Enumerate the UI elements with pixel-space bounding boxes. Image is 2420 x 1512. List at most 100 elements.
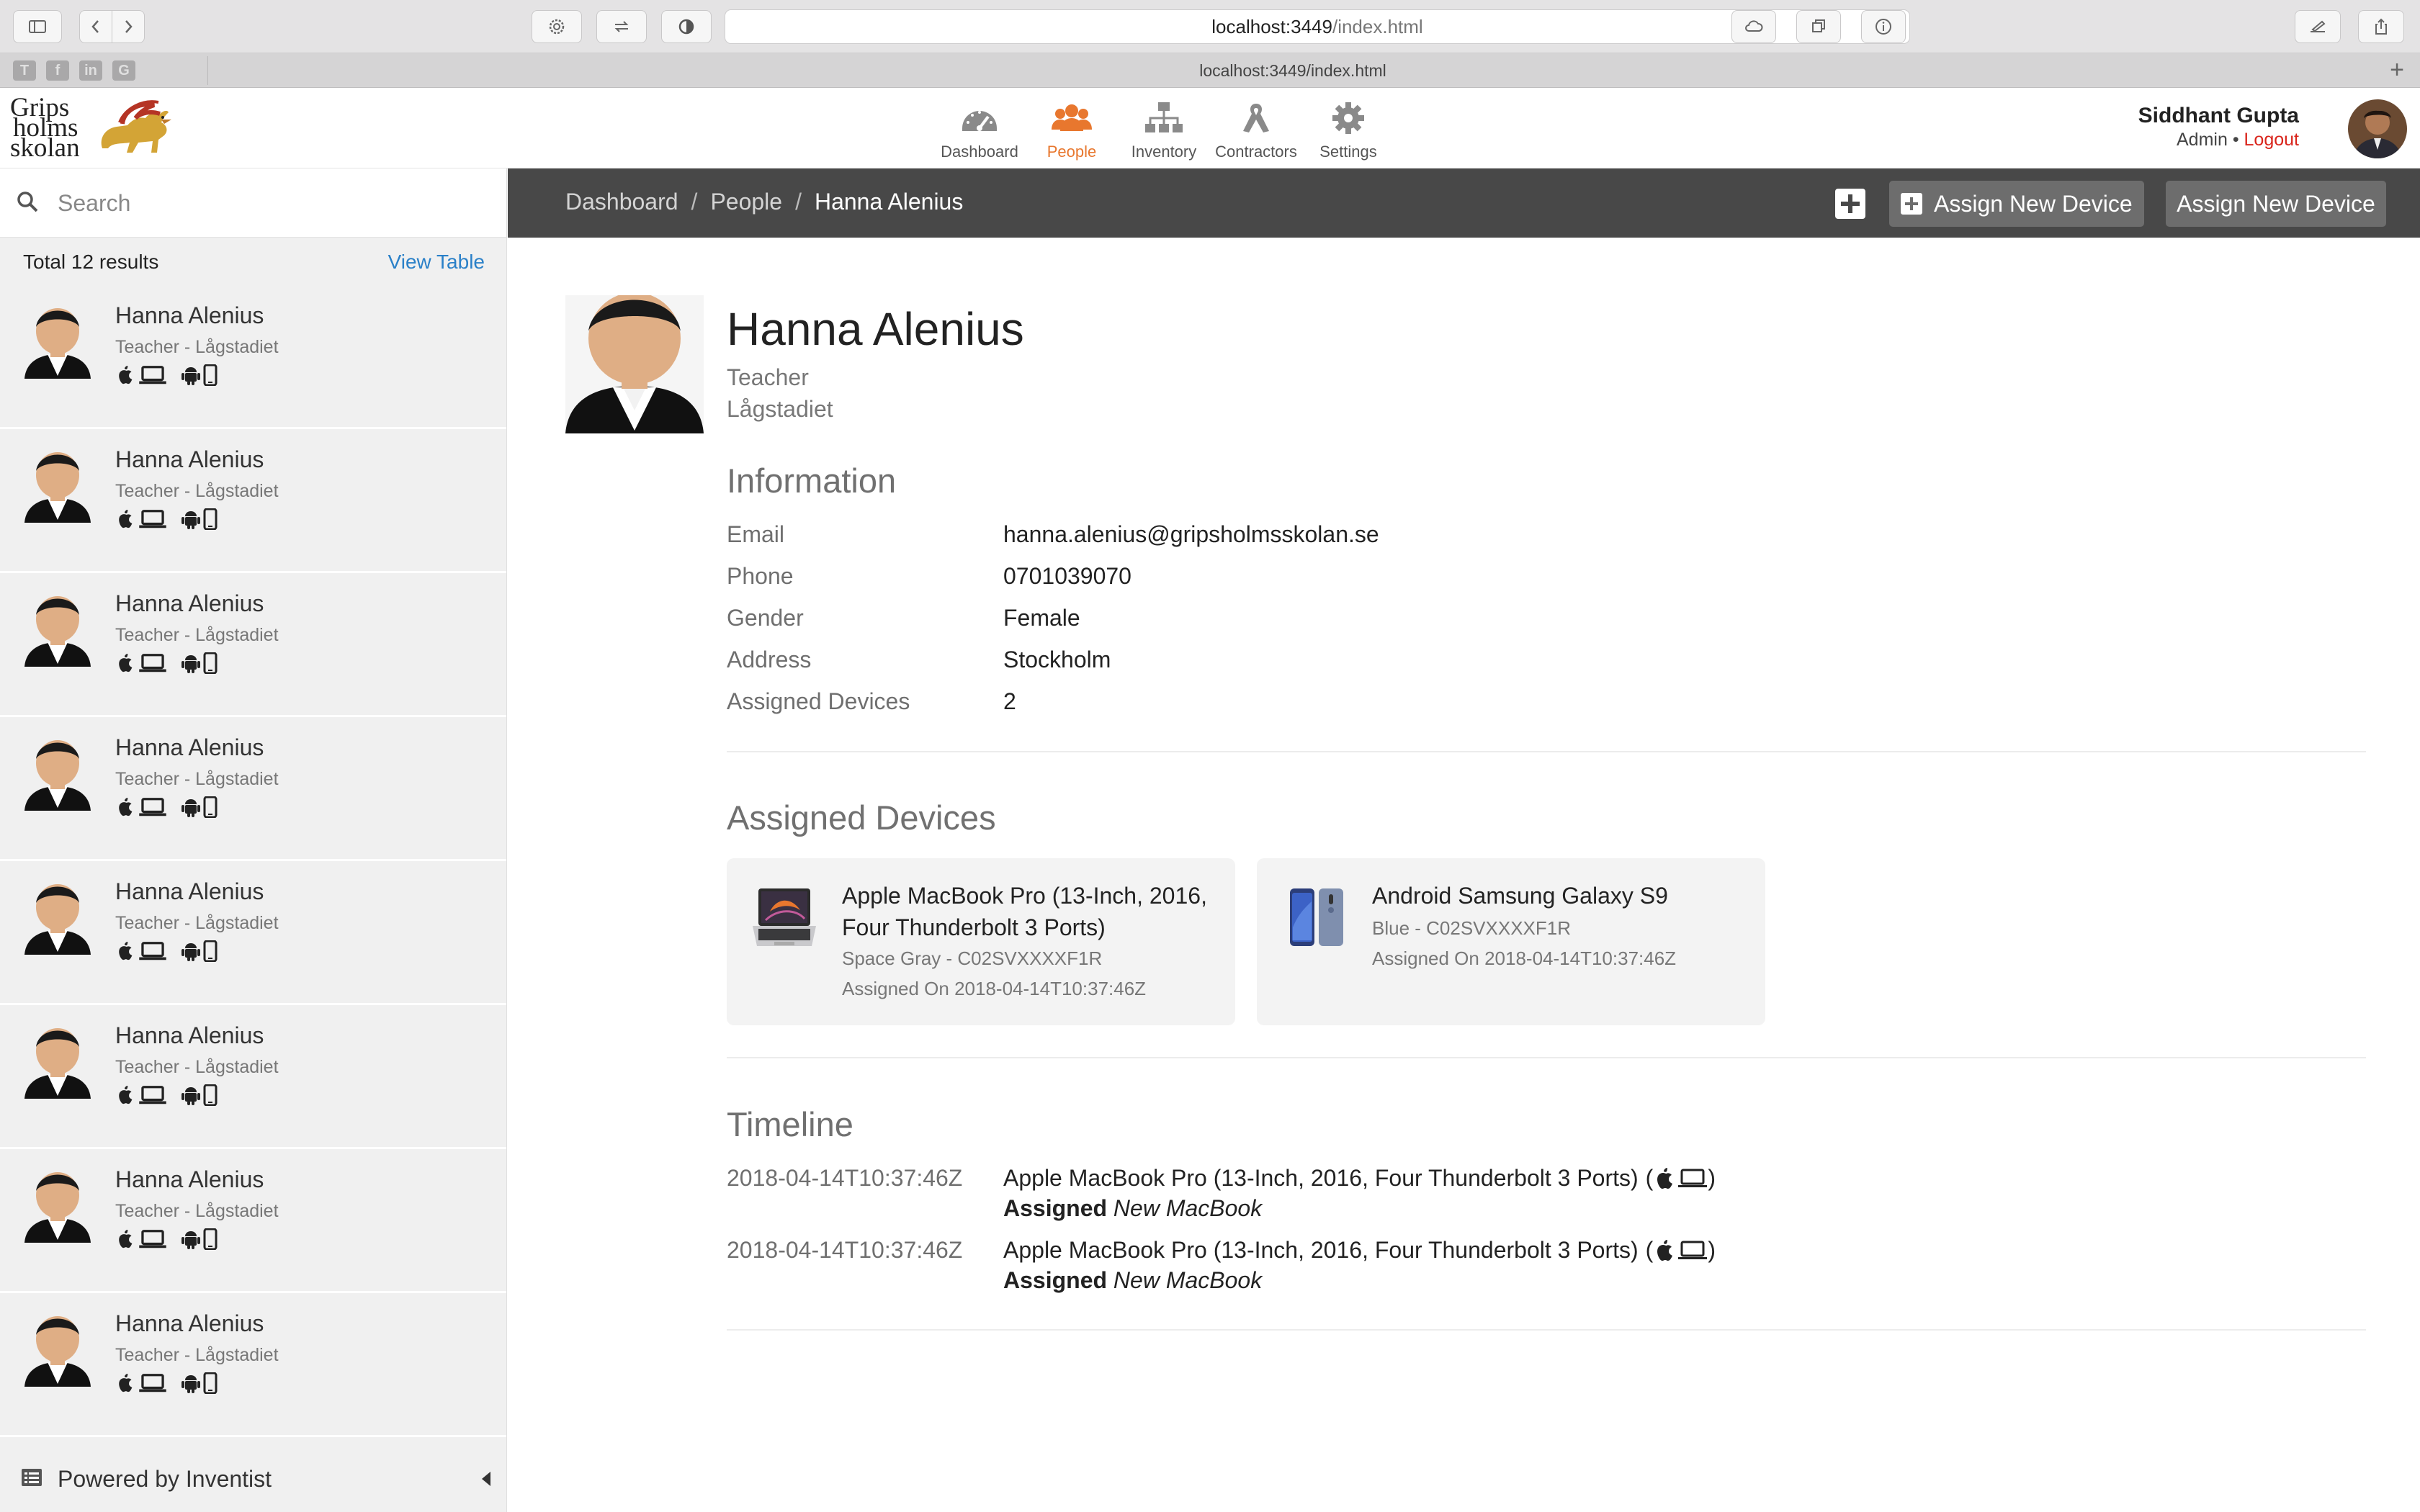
info-row-assigned-devices: Assigned Devices 2 (727, 688, 1591, 724)
app-header: Grips holms skolan Dashboard People Inve… (0, 88, 2420, 168)
person-title: Teacher (727, 364, 809, 390)
griffin-icon (101, 100, 171, 153)
nav-people[interactable]: People (1026, 99, 1118, 163)
favorite-google[interactable]: G (112, 60, 135, 81)
school-logo[interactable]: Grips holms skolan (10, 94, 190, 161)
laptop-icon (139, 366, 166, 384)
person-list-item[interactable]: Hanna Alenius Teacher - Lågstadiet (0, 861, 506, 1005)
powered-by-footer: Powered by Inventist (0, 1443, 506, 1512)
breadcrumb-bar: Dashboard / People / Hanna Alenius Assig… (508, 168, 2420, 238)
person-list-item[interactable]: Hanna Alenius Teacher - Lågstadiet (0, 1293, 506, 1437)
device-card-galaxy[interactable]: Android Samsung Galaxy S9 Blue - C02SVXX… (1257, 858, 1765, 1025)
device-icons (115, 652, 218, 674)
android-icon (182, 1087, 200, 1105)
nav-label: People (1047, 143, 1097, 161)
share-button[interactable] (2358, 10, 2404, 43)
search-icon (17, 192, 38, 212)
timeline-action-line: Assigned New MacBook (1003, 1195, 1262, 1222)
nav-settings[interactable]: Settings (1302, 99, 1394, 163)
pencil-icon (2311, 20, 2326, 32)
swap-button[interactable] (596, 10, 647, 43)
people-list: Hanna Alenius Teacher - Lågstadiet Hanna A… (0, 285, 506, 1437)
laptop-icon (139, 798, 166, 816)
role-separator: • (2232, 130, 2239, 150)
icloud-button[interactable] (1731, 10, 1776, 43)
phone-icon (203, 1372, 218, 1394)
people-icon (1052, 104, 1092, 131)
person-list-name: Hanna Alenius (115, 734, 264, 760)
assign-new-device-label: Assign New Device (1934, 190, 2133, 217)
assign-new-device-button[interactable]: Assign New Device (2166, 181, 2386, 227)
sidebar-toggle-button[interactable] (13, 10, 62, 43)
person-list-name: Hanna Alenius (115, 302, 264, 328)
user-avatar[interactable] (2348, 99, 2407, 158)
add-button[interactable] (1835, 189, 1865, 219)
person-list-item[interactable]: Hanna Alenius Teacher - Lågstadiet (0, 1149, 506, 1293)
info-row-phone: Phone 0701039070 (727, 563, 1591, 599)
person-list-role: Teacher - Lågstadiet (115, 481, 279, 501)
person-list-item[interactable]: Hanna Alenius Teacher - Lågstadiet (0, 1005, 506, 1149)
back-button[interactable] (79, 10, 112, 43)
person-list-item[interactable]: Hanna Alenius Teacher - Lågstadiet (0, 717, 506, 861)
markup-button[interactable] (2295, 10, 2341, 43)
person-list-item[interactable]: Hanna Alenius Teacher - Lågstadiet (0, 429, 506, 573)
new-tab-button[interactable]: + (2380, 53, 2414, 88)
timeline-device-title: Apple MacBook Pro (13-Inch, 2016, Four T… (1003, 1165, 1639, 1191)
collapse-sidebar-icon[interactable] (480, 1470, 492, 1488)
info-button[interactable] (1861, 10, 1906, 43)
person-list-role: Teacher - Lågstadiet (115, 337, 279, 357)
info-value: hanna.alenius@gripsholmsskolan.se (1003, 521, 1379, 547)
chevron-right-icon (125, 20, 133, 33)
breadcrumb-separator: / (691, 189, 698, 215)
privacy-button[interactable] (661, 10, 712, 43)
timeline-title-line: Apple MacBook Pro (13-Inch, 2016, Four T… (1003, 1165, 1716, 1191)
info-key: Address (727, 647, 812, 672)
favorite-facebook[interactable]: f (46, 60, 69, 81)
powered-by-text: Powered by Inventist (58, 1466, 272, 1492)
logout-link[interactable]: Logout (2244, 130, 2299, 150)
device-detail: Space Gray - C02SVXXXXF1R (842, 948, 1103, 969)
nav-dashboard[interactable]: Dashboard (933, 99, 1026, 163)
breadcrumb-people[interactable]: People (710, 189, 782, 215)
timeline-item: New MacBook (1113, 1267, 1263, 1293)
breadcrumb-dashboard[interactable]: Dashboard (565, 189, 678, 215)
favorite-t[interactable]: T (13, 60, 36, 81)
assign-new-device-icon-button[interactable]: Assign New Device (1889, 181, 2144, 227)
search-input[interactable] (58, 183, 490, 223)
url-host: localhost:3449 (1211, 15, 1332, 37)
nav-label: Contractors (1215, 143, 1297, 161)
view-table-link[interactable]: View Table (388, 251, 485, 274)
nav-label: Settings (1319, 143, 1377, 161)
apple-icon (119, 1230, 133, 1248)
person-list-item[interactable]: Hanna Alenius Teacher - Lågstadiet (0, 285, 506, 429)
person-list-item[interactable]: Hanna Alenius Teacher - Lågstadiet (0, 573, 506, 717)
person-avatar-icon (22, 451, 94, 523)
user-name: Siddhant Gupta (2138, 104, 2299, 127)
info-row-address: Address Stockholm (727, 647, 1591, 683)
android-icon (182, 799, 200, 817)
breadcrumb-current: Hanna Alenius (814, 189, 964, 215)
device-card-macbook[interactable]: Apple MacBook Pro (13-Inch, 2016, Four T… (727, 858, 1235, 1025)
info-icon (1876, 19, 1891, 35)
person-avatar-icon (565, 295, 704, 433)
person-list-name: Hanna Alenius (115, 446, 264, 472)
timeline-time: 2018-04-14T10:37:46Z (727, 1237, 963, 1263)
info-value: 2 (1003, 688, 1016, 714)
person-avatar-icon (22, 1027, 94, 1099)
tab-divider (207, 56, 208, 85)
info-row-email: Email hanna.alenius@gripsholmsskolan.se (727, 521, 1591, 557)
phone-icon (203, 940, 218, 962)
favorite-linkedin[interactable]: in (79, 60, 102, 81)
forward-button[interactable] (112, 10, 145, 43)
info-value: Female (1003, 605, 1080, 631)
nav-contractors[interactable]: Contractors (1210, 99, 1302, 163)
nav-inventory[interactable]: Inventory (1118, 99, 1210, 163)
apple-icon (119, 510, 133, 528)
person-list-name: Hanna Alenius (115, 1022, 264, 1048)
extension-button[interactable] (532, 10, 582, 43)
active-tab[interactable]: localhost:3449/index.html (209, 53, 2377, 88)
tabs-button[interactable] (1796, 10, 1841, 43)
apple-icon (119, 798, 133, 816)
tabs-icon (1812, 19, 1825, 32)
apple-icon (1657, 1167, 1673, 1189)
